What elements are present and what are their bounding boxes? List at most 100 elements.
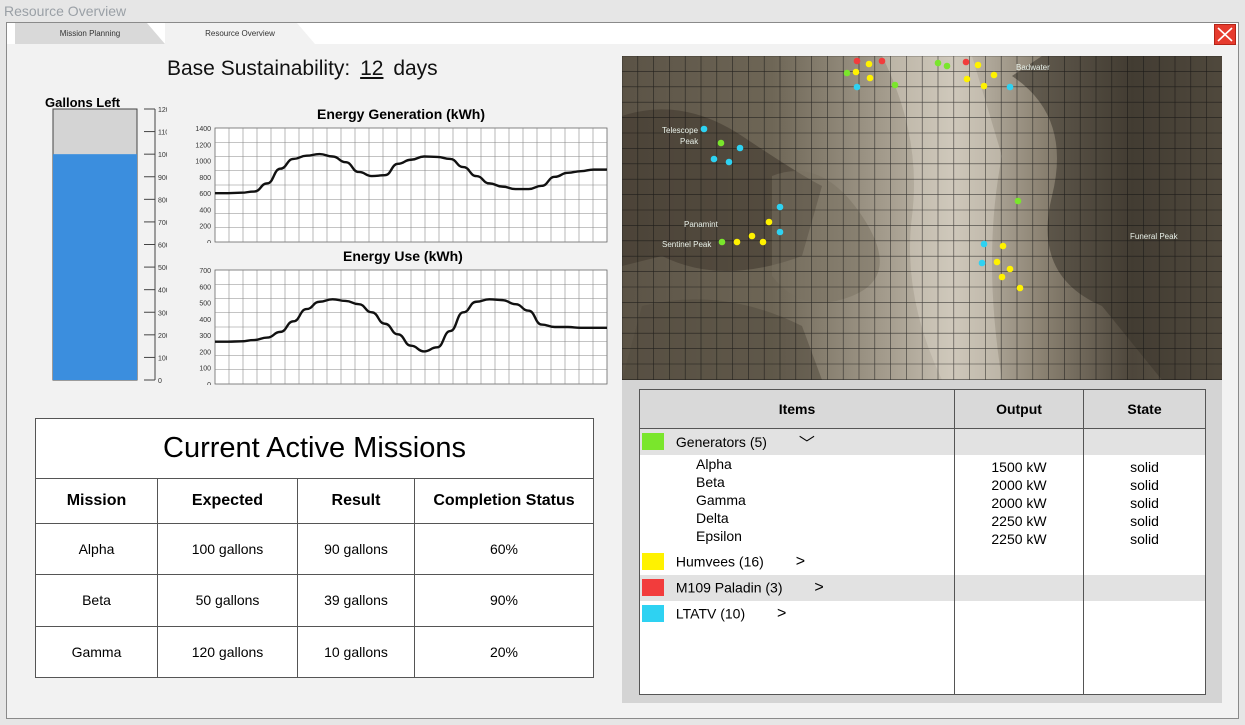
chevron-right-icon[interactable]: >: [796, 553, 805, 571]
map-marker[interactable]: [843, 69, 851, 77]
map-marker[interactable]: [943, 62, 951, 70]
gauge-tick-label: 1000: [158, 152, 167, 159]
items-panel: Items Output State Generators (5) ﹀ Alph…: [622, 380, 1222, 703]
energy-generation-chart: 1400 1200 1000 800 600 400 200 0: [195, 126, 608, 243]
gauge-tick-label: 200: [158, 333, 167, 340]
axis-tick-label: 600: [199, 284, 211, 291]
gauge-tick-label: 600: [158, 243, 167, 250]
map-marker[interactable]: [736, 144, 744, 152]
map-marker[interactable]: [865, 60, 873, 68]
chevron-down-icon[interactable]: ﹀: [799, 430, 815, 454]
map-marker[interactable]: [700, 125, 708, 133]
col-items: Items: [639, 389, 955, 429]
list-item[interactable]: Gamma: [640, 491, 954, 509]
map-marker[interactable]: [710, 155, 718, 163]
map-marker[interactable]: [776, 228, 784, 236]
map-marker[interactable]: [1016, 284, 1024, 292]
map-marker[interactable]: [1014, 197, 1022, 205]
close-icon: [1217, 27, 1233, 42]
satellite-map[interactable]: Telescope Peak Panamint Sentinel Peak Ba…: [622, 56, 1222, 380]
gauge-tick-label: 1100: [158, 130, 167, 137]
table-row[interactable]: Gamma 120 gallons 10 gallons 20%: [35, 625, 594, 679]
map-marker[interactable]: [980, 240, 988, 248]
generators-color-swatch: [642, 433, 664, 451]
axis-tick-label: 400: [199, 317, 211, 324]
map-marker[interactable]: [725, 158, 733, 166]
map-marker[interactable]: [718, 238, 726, 246]
map-marker[interactable]: [866, 74, 874, 82]
map-marker[interactable]: [733, 238, 741, 246]
map-marker[interactable]: [1006, 265, 1014, 273]
sustainability-value: 12: [360, 57, 384, 80]
map-marker[interactable]: [759, 238, 767, 246]
mission-expected: 50 gallons: [157, 574, 298, 627]
group-label: Humvees (16): [675, 553, 764, 570]
list-item[interactable]: Delta: [640, 509, 954, 527]
map-marker[interactable]: [999, 242, 1007, 250]
gauge-tick-label: 300: [158, 310, 167, 317]
map-marker[interactable]: [765, 218, 773, 226]
map-marker[interactable]: [891, 81, 899, 89]
tab-bar: Mission Planning Resource Overview: [7, 23, 1238, 45]
axis-tick-label: 800: [199, 175, 211, 182]
gauge-tick-label: 100: [158, 355, 167, 362]
map-marker[interactable]: [748, 232, 756, 240]
table-row[interactable]: Alpha 100 gallons 90 gallons 60%: [35, 522, 594, 576]
gauge-tick-label: 800: [158, 197, 167, 204]
map-marker[interactable]: [998, 273, 1006, 281]
map-marker[interactable]: [978, 259, 986, 267]
map-marker[interactable]: [980, 82, 988, 90]
map-marker[interactable]: [1006, 83, 1014, 91]
missions-title: Current Active Missions: [35, 418, 594, 479]
axis-tick-label: 600: [199, 191, 211, 198]
tab-mission-planning[interactable]: Mission Planning: [15, 23, 165, 44]
mission-name: Alpha: [35, 522, 158, 576]
base-sustainability: Base Sustainability: 12 days: [167, 57, 438, 81]
mission-name: Gamma: [35, 625, 158, 679]
map-marker[interactable]: [852, 68, 860, 76]
group-row-generators[interactable]: Generators (5) ﹀: [639, 428, 1206, 455]
map-marker[interactable]: [717, 139, 725, 147]
gauge-fill: [53, 154, 137, 380]
mission-expected: 100 gallons: [157, 522, 298, 576]
table-row[interactable]: Beta 50 gallons 39 gallons 90%: [35, 574, 594, 627]
map-marker[interactable]: [776, 203, 784, 211]
col-completion-status: Completion Status: [414, 478, 594, 524]
map-marker[interactable]: [963, 75, 971, 83]
item-state: solid: [1130, 458, 1159, 475]
axis-tick-label: 0: [207, 382, 211, 385]
map-marker[interactable]: [962, 58, 970, 66]
axis-tick-label: 1200: [195, 142, 211, 149]
list-item[interactable]: Beta: [640, 473, 954, 491]
mission-status: 20%: [414, 625, 594, 679]
map-marker[interactable]: [853, 57, 861, 65]
gauge-tick-label: 500: [158, 265, 167, 272]
group-row-humvees[interactable]: Humvees (16) >: [639, 548, 1206, 575]
map-marker[interactable]: [990, 71, 998, 79]
group-row-paladin[interactable]: M109 Paladin (3) >: [639, 574, 1206, 601]
chevron-right-icon[interactable]: >: [777, 605, 786, 623]
mission-status: 60%: [414, 522, 594, 576]
map-marker[interactable]: [878, 57, 886, 65]
paladin-color-swatch: [642, 579, 664, 597]
group-children-generators: Alpha Beta Gamma Delta Epsilon 1500 kW 2…: [639, 454, 1206, 549]
axis-tick-label: 100: [199, 366, 211, 373]
mission-result: 90 gallons: [297, 522, 415, 576]
item-state: solid: [1130, 476, 1159, 493]
list-item[interactable]: Alpha: [640, 455, 954, 473]
group-row-ltatv[interactable]: LTATV (10) >: [639, 600, 1206, 627]
map-marker[interactable]: [853, 83, 861, 91]
tab-resource-overview[interactable]: Resource Overview: [165, 23, 315, 44]
map-marker[interactable]: [993, 258, 1001, 266]
map-marker[interactable]: [974, 61, 982, 69]
mission-status: 90%: [414, 574, 594, 627]
map-marker[interactable]: [934, 59, 942, 67]
axis-tick-label: 200: [199, 224, 211, 231]
empty-filler-row: [639, 626, 1206, 695]
list-item[interactable]: Epsilon: [640, 527, 954, 545]
chevron-right-icon[interactable]: >: [814, 579, 823, 597]
energy-use-chart: 700 600 500 400 300 200 100 0: [199, 268, 608, 385]
axis-tick-label: 700: [199, 268, 211, 275]
mission-result: 10 gallons: [297, 625, 415, 679]
close-button[interactable]: [1214, 24, 1236, 45]
